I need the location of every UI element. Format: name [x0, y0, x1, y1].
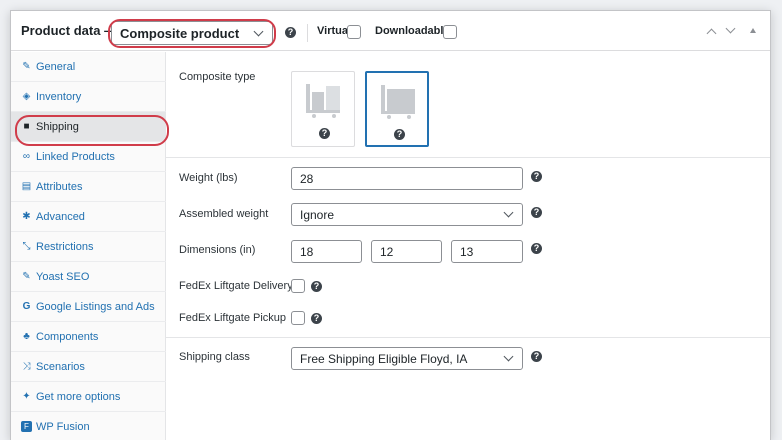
tab-inventory[interactable]: ◈ Inventory	[11, 82, 166, 112]
tab-label: Google Listings and Ads	[36, 301, 155, 313]
product-data-panel: Product data — Composite product ? Virtu…	[10, 10, 771, 440]
height-input[interactable]: 13	[451, 240, 523, 263]
downloadable-label: Downloadable:	[375, 25, 454, 37]
wrench-icon: ✎	[22, 271, 31, 282]
tab-scenarios[interactable]: ⤨ Scenarios	[11, 352, 166, 382]
chevron-down-icon	[503, 207, 514, 218]
chevron-down-icon	[503, 351, 514, 362]
shipping-class-value: Free Shipping Eligible Floyd, IA	[300, 352, 468, 366]
help-icon[interactable]: ?	[531, 351, 542, 362]
tab-label: General	[36, 61, 76, 73]
dimensions-label: Dimensions (in)	[179, 244, 256, 256]
wrench-icon: ✎	[22, 61, 31, 72]
divider	[166, 337, 770, 338]
divider	[307, 24, 308, 42]
shipping-class-select[interactable]: Free Shipping Eligible Floyd, IA	[291, 347, 523, 370]
tab-label: Restrictions	[36, 241, 94, 253]
help-icon[interactable]: ?	[531, 171, 542, 182]
highlight-ring	[15, 115, 169, 146]
cart-dynamic-icon	[381, 85, 415, 119]
product-data-title: Product data —	[21, 23, 118, 38]
move-up-icon[interactable]	[706, 28, 717, 39]
tab-label: Inventory	[36, 91, 82, 103]
composite-type-option-selected[interactable]: ?	[365, 71, 429, 147]
liftgate-pickup-label: FedEx Liftgate Pickup	[179, 312, 287, 324]
help-icon[interactable]: ?	[285, 27, 296, 38]
google-icon: G	[22, 301, 31, 312]
width-input[interactable]: 12	[371, 240, 442, 263]
collapse-toggle-icon[interactable]	[750, 28, 756, 33]
tab-label: Attributes	[36, 181, 83, 193]
tab-label: Get more options	[36, 391, 121, 403]
help-icon[interactable]: ?	[319, 128, 330, 139]
tab-google-listings[interactable]: G Google Listings and Ads	[11, 292, 166, 322]
shipping-class-label: Shipping class	[179, 351, 250, 363]
plugin-icon: ✦	[22, 391, 31, 402]
list-icon: ▤	[21, 181, 32, 192]
liftgate-pickup-checkbox[interactable]	[291, 311, 305, 325]
divider	[166, 157, 770, 158]
assembled-weight-label: Assembled weight	[179, 208, 269, 220]
composite-type-label: Composite type	[179, 71, 256, 83]
length-value: 18	[300, 245, 314, 259]
tab-advanced[interactable]: ✱ Advanced	[11, 202, 166, 232]
shuffle-icon: ⤨	[22, 361, 31, 372]
wp-fusion-icon: F	[21, 421, 32, 432]
cart-static-icon	[306, 84, 340, 118]
liftgate-delivery-label: FedEx Liftgate Delivery	[179, 280, 293, 292]
tab-label: Scenarios	[36, 361, 85, 373]
product-data-tabs: ✎ General ◈ Inventory ■ Shipping ∞ Linke…	[11, 52, 166, 440]
tab-get-more-options[interactable]: ✦ Get more options	[11, 382, 166, 412]
tab-general[interactable]: ✎ General	[11, 52, 166, 82]
link-icon: ∞	[22, 151, 31, 162]
help-icon[interactable]: ?	[531, 207, 542, 218]
composite-type-option-static[interactable]: ?	[291, 71, 355, 147]
highlight-ring	[108, 19, 276, 48]
components-icon: ♣	[23, 331, 30, 342]
weight-label: Weight (lbs)	[179, 172, 238, 184]
gear-icon: ✱	[22, 211, 31, 222]
tab-linked-products[interactable]: ∞ Linked Products	[11, 142, 166, 172]
tab-attributes[interactable]: ▤ Attributes	[11, 172, 166, 202]
tab-components[interactable]: ♣ Components	[11, 322, 166, 352]
tab-restrictions[interactable]: ⤡ Restrictions	[11, 232, 166, 262]
product-data-header: Product data — Composite product ? Virtu…	[11, 11, 770, 51]
tab-label: Components	[36, 331, 99, 343]
weight-value: 28	[300, 172, 314, 186]
downloadable-checkbox[interactable]	[443, 25, 457, 39]
tab-label: Linked Products	[36, 151, 115, 163]
liftgate-delivery-checkbox[interactable]	[291, 279, 305, 293]
arrows-icon: ⤡	[22, 241, 31, 252]
weight-input[interactable]: 28	[291, 167, 523, 190]
tab-label: Yoast SEO	[36, 271, 90, 283]
virtual-checkbox[interactable]	[347, 25, 361, 39]
assembled-weight-select[interactable]: Ignore	[291, 203, 523, 226]
width-value: 12	[380, 245, 394, 259]
help-icon[interactable]: ?	[311, 281, 322, 292]
tab-label: Advanced	[36, 211, 85, 223]
length-input[interactable]: 18	[291, 240, 362, 263]
tab-label: WP Fusion	[36, 421, 90, 433]
height-value: 13	[460, 245, 474, 259]
help-icon[interactable]: ?	[311, 313, 322, 324]
tab-yoast-seo[interactable]: ✎ Yoast SEO	[11, 262, 166, 292]
help-icon[interactable]: ?	[394, 129, 405, 140]
help-icon[interactable]: ?	[531, 243, 542, 254]
assembled-weight-value: Ignore	[300, 208, 335, 222]
move-down-icon[interactable]	[725, 23, 736, 34]
tag-icon: ◈	[22, 91, 31, 102]
